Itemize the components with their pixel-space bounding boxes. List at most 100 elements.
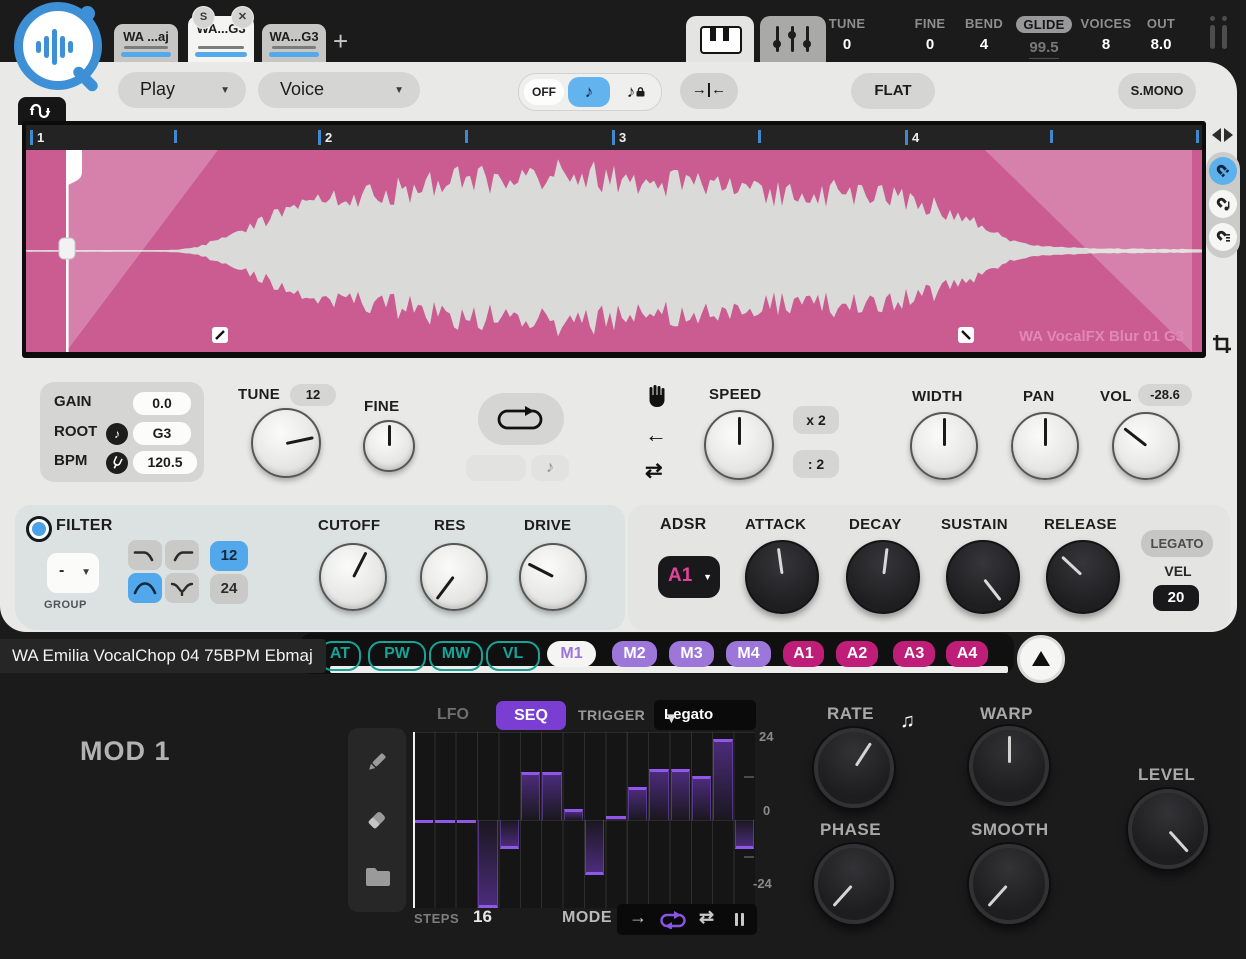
speed-knob[interactable] bbox=[704, 410, 774, 480]
preset-tab[interactable]: WA...G3 bbox=[262, 24, 326, 62]
readout-fine[interactable]: FINE0 bbox=[906, 16, 954, 53]
filter-highpass-button[interactable] bbox=[165, 540, 199, 570]
marker-grip[interactable] bbox=[59, 238, 75, 259]
solo-badge[interactable]: S bbox=[192, 6, 215, 29]
mod-source-a3[interactable]: A3 bbox=[893, 641, 935, 667]
seq-step[interactable] bbox=[435, 820, 454, 823]
seq-step[interactable] bbox=[692, 776, 711, 820]
waveform-display[interactable]: WA VocalFX Blur 01 G3 bbox=[26, 150, 1202, 352]
cutoff-knob[interactable] bbox=[319, 543, 387, 611]
mod-source-m4[interactable]: M4 bbox=[726, 641, 771, 667]
hand-drag-icon[interactable] bbox=[647, 385, 668, 413]
mod-source-m3[interactable]: M3 bbox=[669, 641, 714, 667]
flat-button[interactable]: FLAT bbox=[851, 73, 935, 109]
pan-knob[interactable] bbox=[1011, 412, 1079, 480]
warp-knob[interactable] bbox=[969, 726, 1049, 806]
release-knob[interactable] bbox=[1046, 540, 1120, 614]
filter-12db-button[interactable]: 12 bbox=[210, 541, 248, 571]
seq-step[interactable] bbox=[671, 769, 690, 820]
drawer-collapse-button[interactable] bbox=[1017, 635, 1065, 683]
sync-note-lock-button[interactable]: ♪ bbox=[614, 77, 658, 107]
seq-step[interactable] bbox=[649, 769, 668, 820]
width-knob[interactable] bbox=[910, 412, 978, 480]
folder-icon[interactable] bbox=[365, 866, 391, 888]
snap-magnet-button[interactable] bbox=[1209, 157, 1237, 185]
seq-step[interactable] bbox=[457, 820, 476, 823]
readout-out[interactable]: OUT8.0 bbox=[1135, 16, 1187, 53]
mod-source-mw[interactable]: MW bbox=[429, 641, 483, 671]
mod-source-pw[interactable]: PW bbox=[368, 641, 426, 671]
mod-source-m1[interactable]: M1 bbox=[547, 641, 596, 667]
loop-mode-button[interactable] bbox=[478, 393, 564, 445]
rate-sync-note-icon[interactable]: ♫ bbox=[900, 710, 915, 733]
tab-lfo[interactable]: LFO bbox=[437, 706, 469, 724]
rate-knob[interactable] bbox=[814, 728, 894, 808]
root-value[interactable]: G3 bbox=[133, 422, 191, 445]
vol-knob[interactable] bbox=[1112, 412, 1180, 480]
mode-loop-icon[interactable] bbox=[659, 911, 687, 929]
adsr-slot-dropdown[interactable]: A1 ▼ bbox=[658, 556, 720, 598]
waveform-ruler[interactable]: 1234 bbox=[26, 125, 1202, 150]
filter-notch-button[interactable] bbox=[165, 573, 199, 603]
seq-step[interactable] bbox=[606, 816, 625, 820]
smooth-knob[interactable] bbox=[969, 844, 1049, 924]
seq-step[interactable] bbox=[735, 820, 754, 849]
filter-24db-button[interactable]: 24 bbox=[210, 574, 248, 604]
expand-horizontal-icon[interactable] bbox=[1212, 128, 1234, 142]
speed-double-button[interactable]: x 2 bbox=[793, 406, 839, 434]
filter-enable-toggle[interactable] bbox=[26, 516, 52, 542]
preset-tab[interactable]: WA ...aj bbox=[114, 24, 178, 62]
mod-source-a4[interactable]: A4 bbox=[946, 641, 988, 667]
pencil-icon[interactable] bbox=[365, 750, 389, 774]
level-knob[interactable] bbox=[1128, 789, 1208, 869]
keyboard-view-tab[interactable] bbox=[686, 16, 754, 62]
readout-tune[interactable]: TUNE0 bbox=[819, 16, 875, 53]
pingpong-arrows-icon[interactable]: ⇄ bbox=[645, 458, 663, 483]
reverse-arrow-icon[interactable]: ← bbox=[645, 422, 667, 448]
readout-bend[interactable]: BEND4 bbox=[960, 16, 1008, 53]
readout-glide[interactable]: GLIDE99.5 bbox=[1011, 16, 1077, 59]
seq-step[interactable] bbox=[713, 739, 732, 820]
phase-knob[interactable] bbox=[814, 844, 894, 924]
seq-step[interactable] bbox=[414, 820, 433, 823]
snap-to-center-button[interactable]: →|← bbox=[680, 73, 738, 109]
vol-value[interactable]: -28.6 bbox=[1138, 384, 1192, 406]
waveform-editor[interactable]: 1234 WA VocalFX Blur 01 G3 bbox=[22, 121, 1206, 358]
mixer-view-tab[interactable] bbox=[760, 16, 826, 62]
seq-step[interactable] bbox=[478, 820, 497, 908]
trigger-dropdown[interactable]: Legato ▼ bbox=[654, 700, 756, 730]
seq-step[interactable] bbox=[500, 820, 519, 849]
legato-button[interactable]: LEGATO bbox=[1141, 530, 1213, 557]
speed-half-button[interactable]: : 2 bbox=[793, 450, 839, 478]
readout-voices[interactable]: VOICES8 bbox=[1075, 16, 1137, 53]
seq-step[interactable] bbox=[542, 772, 561, 820]
fine-knob[interactable] bbox=[363, 420, 415, 472]
step-sequencer[interactable] bbox=[413, 732, 755, 908]
snap-note-button[interactable] bbox=[1209, 190, 1237, 218]
seq-step[interactable] bbox=[628, 787, 647, 820]
smono-button[interactable]: S.MONO bbox=[1118, 73, 1196, 109]
vel-value[interactable]: 20 bbox=[1153, 585, 1199, 611]
loop-note-button[interactable]: ♪ bbox=[531, 455, 569, 481]
mode-pingpong-icon[interactable]: ⇄ bbox=[699, 907, 714, 928]
sync-off-button[interactable]: OFF bbox=[524, 79, 564, 105]
drive-knob[interactable] bbox=[519, 543, 587, 611]
voice-mode-dropdown[interactable]: Voice ▼ bbox=[258, 72, 420, 108]
attack-knob[interactable] bbox=[745, 540, 819, 614]
mod-source-a2[interactable]: A2 bbox=[836, 641, 878, 667]
fade-in-handle[interactable] bbox=[212, 327, 228, 343]
close-tab-icon[interactable]: ✕ bbox=[231, 6, 254, 29]
bpm-value[interactable]: 120.5 bbox=[133, 451, 197, 474]
res-knob[interactable] bbox=[420, 543, 488, 611]
crop-icon[interactable] bbox=[1212, 334, 1232, 359]
mod-source-a1[interactable]: A1 bbox=[783, 641, 824, 667]
filter-lowpass-button[interactable] bbox=[128, 540, 162, 570]
loop-aux-button[interactable] bbox=[466, 455, 526, 481]
seq-step[interactable] bbox=[521, 772, 540, 820]
seq-step[interactable] bbox=[585, 820, 604, 875]
snap-grid-button[interactable] bbox=[1209, 223, 1237, 251]
mod-source-vl[interactable]: VL bbox=[486, 641, 540, 671]
tune-value[interactable]: 12 bbox=[290, 384, 336, 406]
seq-step[interactable] bbox=[564, 809, 583, 820]
eraser-icon[interactable] bbox=[365, 808, 389, 832]
